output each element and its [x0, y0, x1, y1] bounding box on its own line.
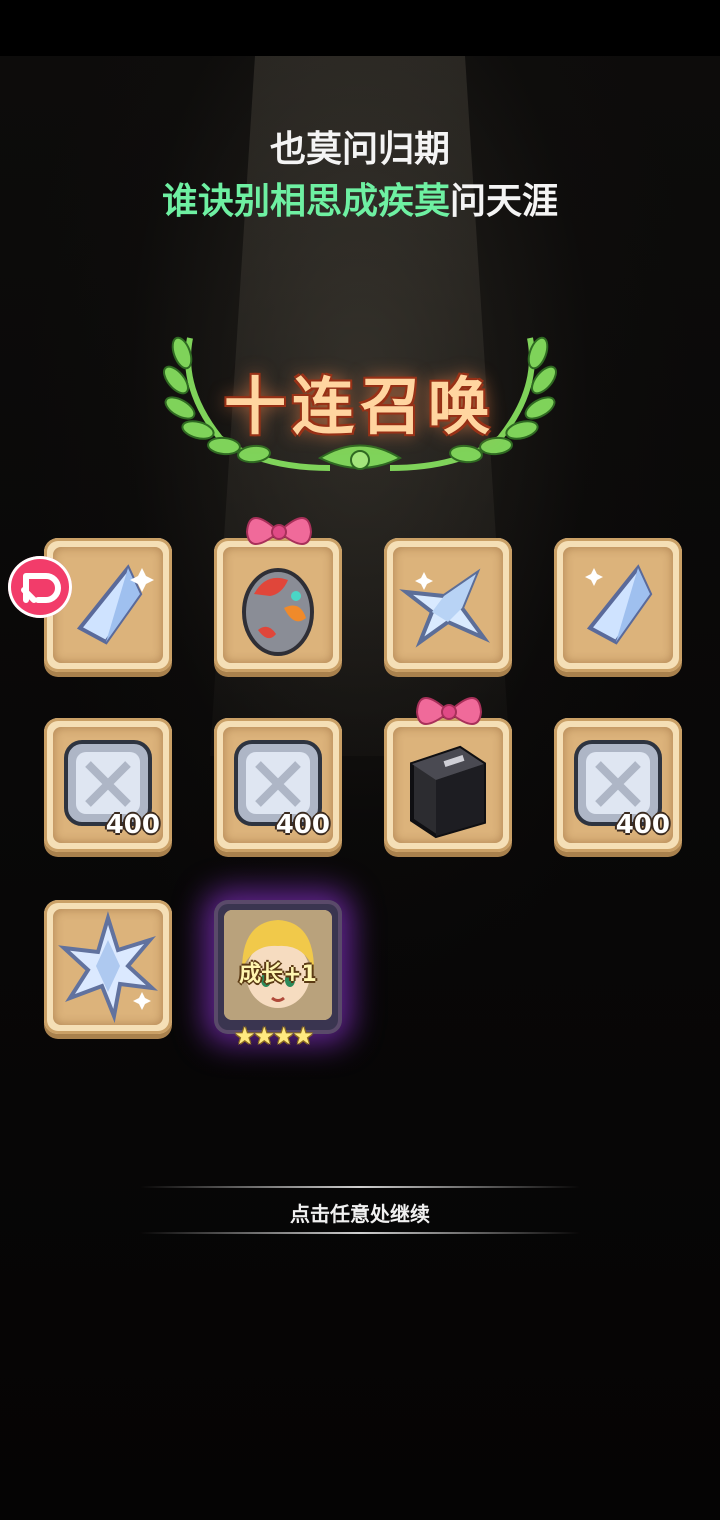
- share-button[interactable]: [8, 556, 72, 618]
- reward-card-7[interactable]: [384, 697, 512, 852]
- status-bar: [0, 0, 720, 56]
- hero-reward-card[interactable]: 成长+1 ★★★★: [214, 900, 342, 1050]
- reward-card-8[interactable]: 400: [554, 718, 682, 852]
- ten-summon-banner: 十连召唤: [160, 318, 560, 488]
- reward-quantity: 400: [615, 810, 670, 840]
- lyric-line-2-highlight: 谁诀别相思成疾莫: [161, 181, 450, 222]
- reward-card-2[interactable]: [214, 517, 342, 672]
- reward-card-3[interactable]: [384, 538, 512, 672]
- continue-text: 点击任意处继续: [290, 1202, 430, 1226]
- divider-bottom: [140, 1232, 580, 1234]
- lyric-line-1: 也莫问归期: [0, 128, 720, 172]
- share-logo-icon: [21, 573, 61, 603]
- lyric-line-2: 谁诀别相思成疾莫问天涯: [0, 180, 720, 224]
- reward-card-6[interactable]: 400: [214, 718, 342, 852]
- banner-title: 十连召唤: [223, 370, 496, 443]
- gift-bow-icon: [415, 697, 483, 725]
- lyric-line-1-text: 也莫问归期: [269, 129, 450, 170]
- star-rating: ★★★★: [234, 1022, 314, 1050]
- reward-quantity: 400: [275, 810, 330, 840]
- spiky-crystal-icon: [58, 911, 158, 1024]
- star-crystal-icon: [399, 568, 491, 648]
- continue-prompt[interactable]: 点击任意处继续: [140, 1186, 580, 1234]
- divider-top: [140, 1186, 580, 1188]
- pet-egg-icon: [242, 568, 314, 656]
- black-book-icon: [410, 745, 486, 839]
- lyric-line-2-rest: 问天涯: [450, 181, 559, 222]
- diamond-crystal-icon: [585, 564, 653, 645]
- reward-quantity: 400: [105, 810, 160, 840]
- reward-card-4[interactable]: [554, 538, 682, 672]
- growth-label: 成长+1: [239, 962, 317, 987]
- reward-card-9[interactable]: [44, 900, 172, 1034]
- reward-card-5[interactable]: 400: [44, 718, 172, 852]
- gift-bow-icon: [245, 517, 313, 545]
